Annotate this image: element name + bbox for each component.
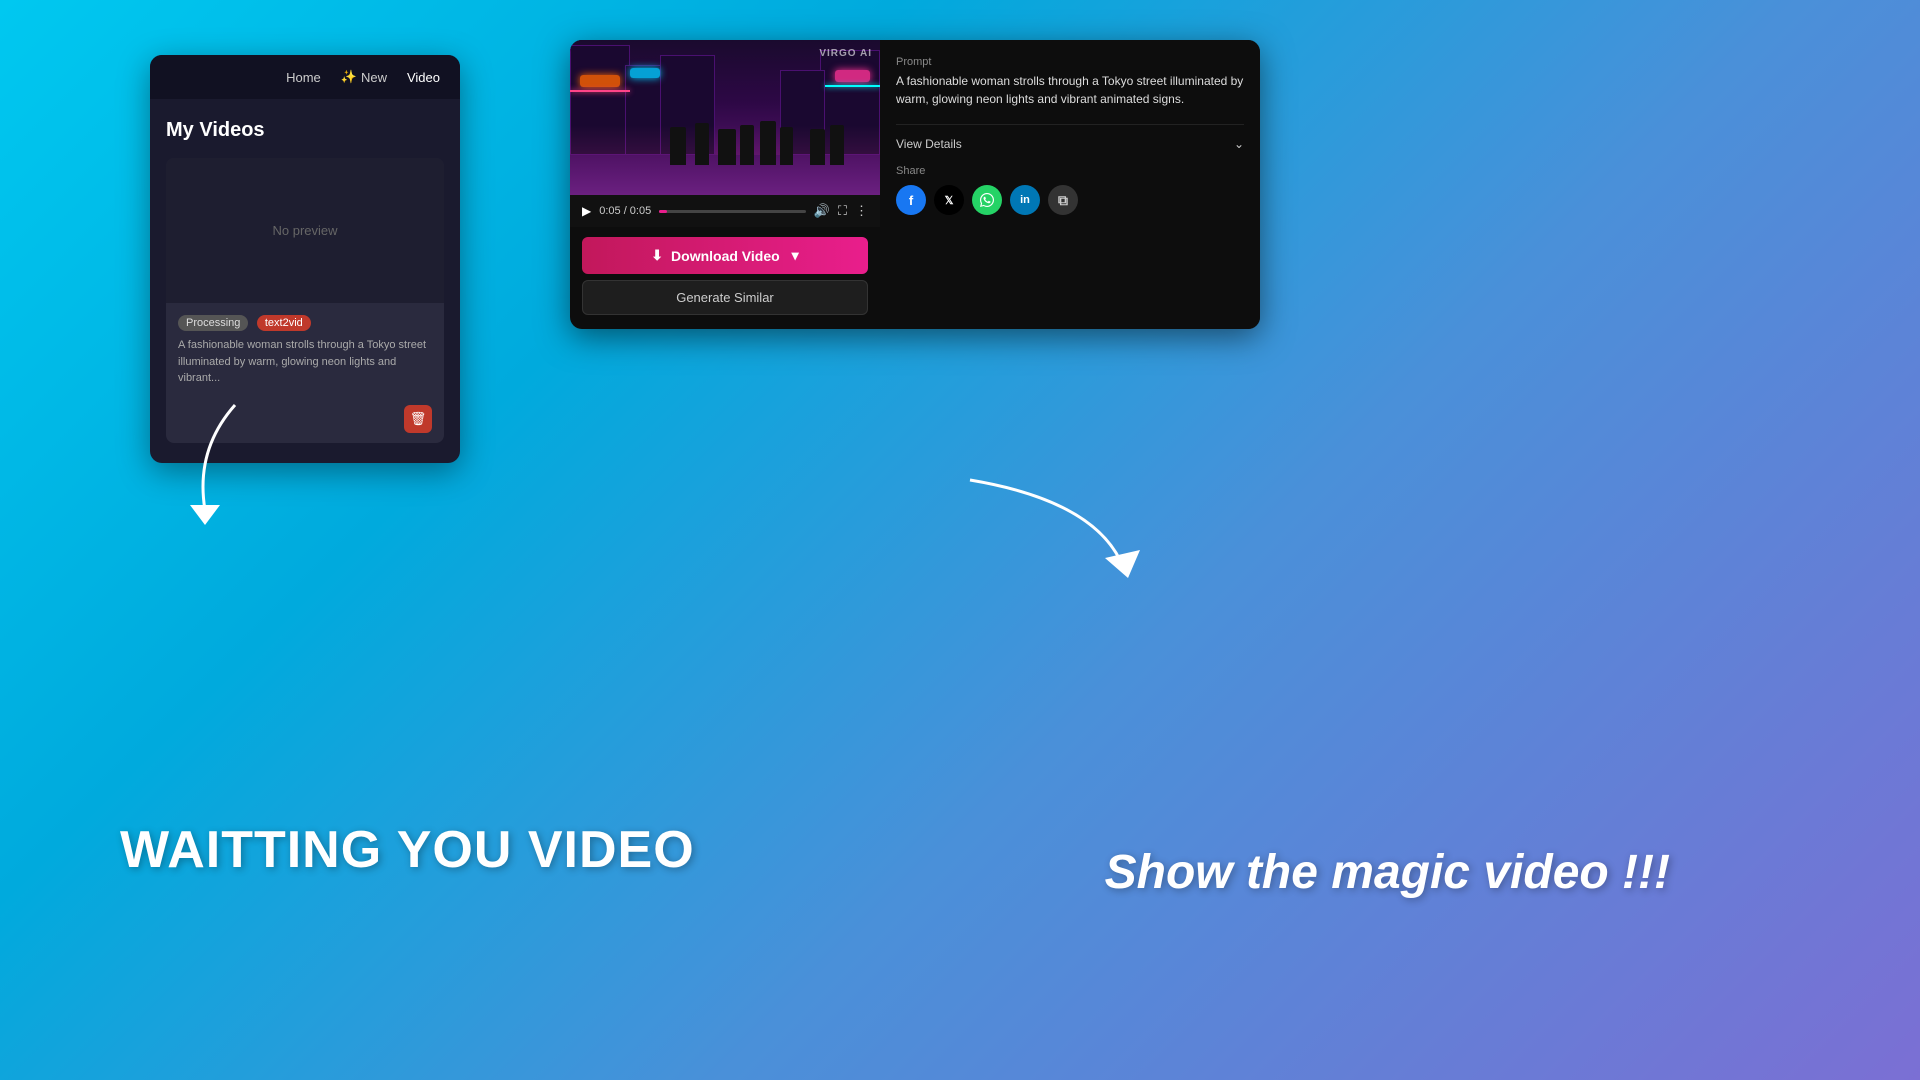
nav-new[interactable]: ✨ New	[341, 69, 387, 85]
share-linkedin-button[interactable]: in	[1010, 185, 1040, 215]
nav-bar: Home ✨ New Video	[150, 55, 460, 99]
time-display: 0:05 / 0:05	[599, 205, 651, 217]
share-facebook-button[interactable]: f	[896, 185, 926, 215]
generate-similar-button[interactable]: Generate Similar	[582, 280, 868, 315]
person-6	[780, 127, 793, 165]
video-thumbnail: VIRGO AI	[570, 40, 880, 195]
prompt-label: Prompt	[896, 56, 1244, 68]
neon-sign-1	[580, 75, 620, 87]
volume-button[interactable]: 🔊	[814, 203, 830, 219]
right-panel: VIRGO AI ▶ 0:05 / 0:05 🔊 ⛶ ⋮ ⬇ Download …	[570, 40, 1260, 329]
person-2	[695, 123, 709, 165]
download-icon: ⬇	[651, 247, 663, 264]
neon-h-1	[570, 90, 630, 92]
neon-sign-2	[630, 68, 660, 78]
panel-content: VIRGO AI ▶ 0:05 / 0:05 🔊 ⛶ ⋮ ⬇ Download …	[570, 40, 1260, 329]
prompt-text: A fashionable woman strolls through a To…	[896, 72, 1244, 108]
arrow-right	[890, 470, 1170, 590]
person-3	[718, 129, 736, 165]
download-video-button[interactable]: ⬇ Download Video ▾	[582, 237, 868, 274]
progress-bar[interactable]	[659, 210, 805, 213]
person-4	[740, 125, 754, 165]
video-card-info: Processing text2vid A fashionable woman …	[166, 303, 444, 405]
info-section: Prompt A fashionable woman strolls throu…	[880, 40, 1260, 329]
person-5	[760, 121, 776, 165]
video-section: VIRGO AI ▶ 0:05 / 0:05 🔊 ⛶ ⋮ ⬇ Download …	[570, 40, 880, 329]
nav-video[interactable]: Video	[407, 70, 440, 85]
view-details-row[interactable]: View Details ⌄	[896, 124, 1244, 151]
video-preview-area: No preview	[166, 158, 444, 303]
video-controls: ▶ 0:05 / 0:05 🔊 ⛶ ⋮	[570, 195, 880, 227]
neon-h-2	[825, 85, 880, 87]
bottom-left-annotation: WAITTING YOU VIDEO	[120, 820, 695, 880]
status-badge: Processing	[178, 315, 248, 331]
share-twitter-button[interactable]: 𝕏	[934, 185, 964, 215]
more-options-button[interactable]: ⋮	[855, 203, 868, 219]
view-details-label: View Details	[896, 137, 962, 151]
play-button[interactable]: ▶	[582, 204, 591, 218]
video-description: A fashionable woman strolls through a To…	[178, 337, 432, 387]
fullscreen-button[interactable]: ⛶	[838, 203, 847, 219]
copy-link-button[interactable]: ⧉	[1048, 185, 1078, 215]
no-preview-text: No preview	[272, 223, 337, 238]
progress-fill	[659, 210, 666, 213]
trash-icon: 🗑	[410, 411, 427, 427]
delete-button[interactable]: 🗑	[404, 405, 432, 433]
share-whatsapp-button[interactable]	[972, 185, 1002, 215]
neon-sign-3	[835, 70, 870, 82]
watermark: VIRGO AI	[819, 48, 872, 59]
chevron-down-icon: ▾	[792, 247, 799, 264]
share-label: Share	[896, 165, 1244, 177]
city-scene: VIRGO AI	[570, 40, 880, 195]
person-1	[670, 127, 686, 165]
nav-home[interactable]: Home	[286, 70, 321, 85]
type-badge: text2vid	[257, 315, 311, 331]
person-7	[810, 129, 825, 165]
my-videos-title: My Videos	[166, 119, 444, 142]
chevron-down-icon: ⌄	[1234, 137, 1244, 151]
bottom-right-annotation: Show the magic video !!!	[1105, 845, 1670, 900]
arrow-left	[175, 400, 255, 530]
person-8	[830, 125, 844, 165]
sparkle-icon: ✨	[341, 69, 357, 85]
share-icons: f 𝕏 in ⧉	[896, 185, 1244, 215]
